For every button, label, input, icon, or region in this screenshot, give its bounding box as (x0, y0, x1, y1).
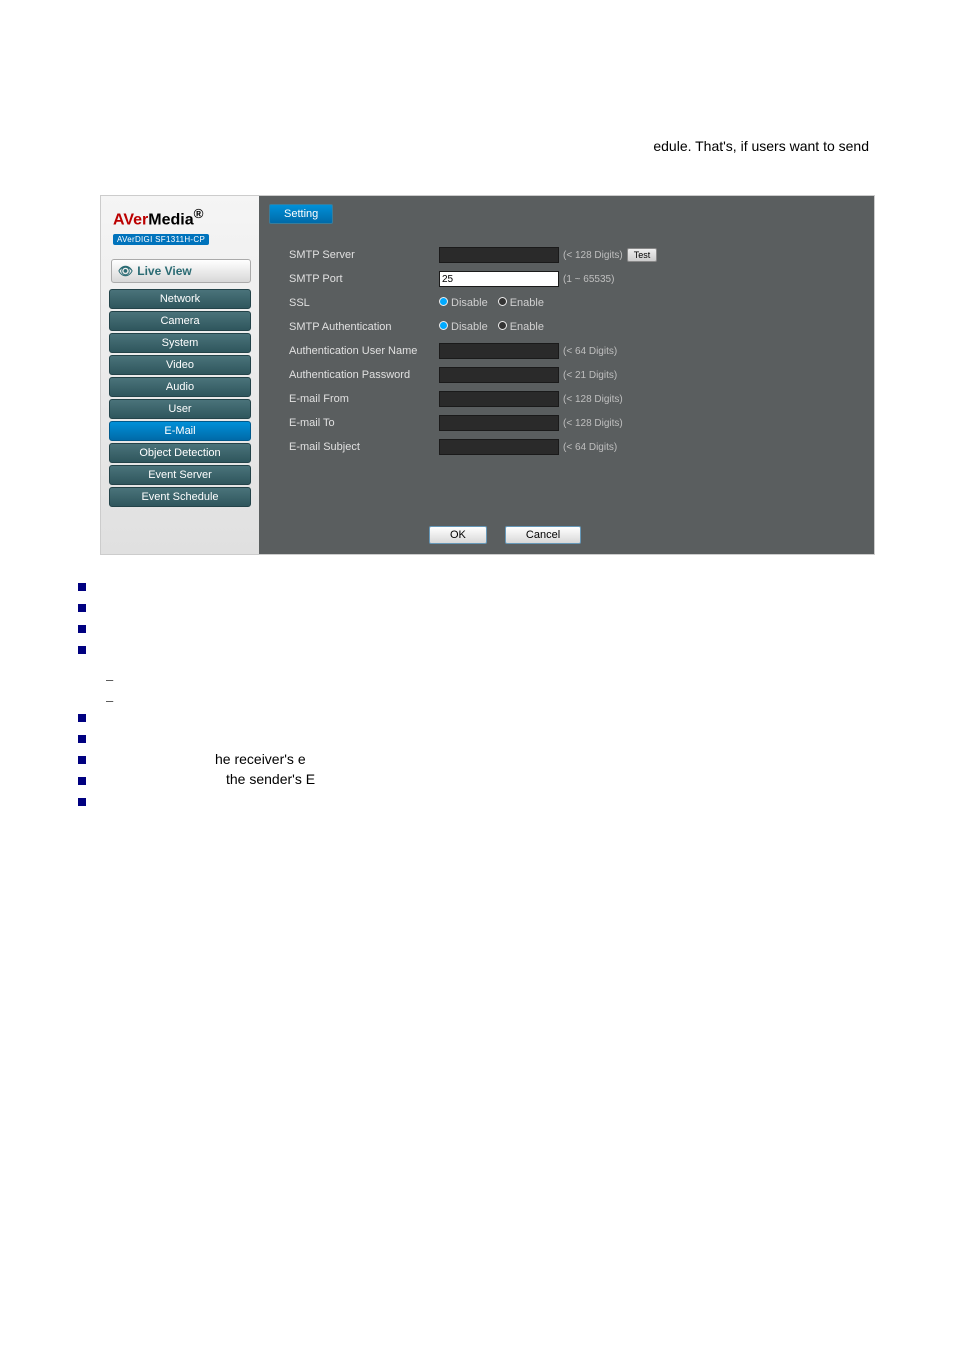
nav-email[interactable]: E-Mail (109, 421, 251, 441)
radio-dot-icon (498, 321, 507, 330)
label-email-subject: E-mail Subject (289, 441, 439, 453)
input-smtp-server[interactable] (439, 247, 559, 263)
auth-enable-option[interactable]: Enable (498, 321, 544, 333)
bullet-icon (78, 798, 86, 806)
bullet-icon (78, 583, 86, 591)
row-smtp-auth: SMTP Authentication Disable Enable (289, 316, 854, 338)
hint-smtp-server: (< 128 Digits) (563, 250, 623, 261)
ok-button[interactable]: OK (429, 526, 487, 544)
text-receiver-fragment: he receiver's e (215, 751, 306, 767)
hint-email-from: (< 128 Digits) (563, 394, 623, 405)
bullet-icon (78, 646, 86, 654)
auth-disable-label: Disable (451, 321, 488, 333)
hint-email-to: (< 128 Digits) (563, 418, 623, 429)
nav-audio[interactable]: Audio (109, 377, 251, 397)
truncated-paragraph-text: edule. That's, if users want to send (653, 138, 869, 154)
dash-1: – (106, 669, 113, 690)
bullet-icon (78, 714, 86, 722)
bullet-icon (78, 777, 86, 785)
label-auth-pass: Authentication Password (289, 369, 439, 381)
bullet-icon (78, 735, 86, 743)
nav-camera[interactable]: Camera (109, 311, 251, 331)
label-ssl: SSL (289, 297, 439, 309)
bullet-icon (78, 756, 86, 764)
radio-dot-icon (439, 297, 448, 306)
row-ssl: SSL Disable Enable (289, 292, 854, 314)
input-auth-pass[interactable] (439, 367, 559, 383)
ssl-disable-option[interactable]: Disable (439, 297, 488, 309)
logo-brand-b: Media (148, 211, 193, 228)
ssl-radios: Disable Enable (439, 297, 544, 309)
form-buttons: OK Cancel (429, 526, 581, 544)
hint-smtp-port: (1 ~ 65535) (563, 274, 614, 285)
nav-system[interactable]: System (109, 333, 251, 353)
auth-radios: Disable Enable (439, 321, 544, 333)
test-button[interactable]: Test (627, 248, 658, 262)
nav-video[interactable]: Video (109, 355, 251, 375)
ssl-disable-label: Disable (451, 297, 488, 309)
row-auth-user: Authentication User Name (< 64 Digits) (289, 340, 854, 362)
settings-screenshot: AVerMedia® AVerDIGI SF1311H-CP 👁 Live Vie… (100, 195, 875, 555)
input-email-from[interactable] (439, 391, 559, 407)
logo-tm: ® (194, 206, 204, 221)
hint-auth-pass: (< 21 Digits) (563, 370, 617, 381)
row-smtp-server: SMTP Server (< 128 Digits) Test (289, 244, 854, 266)
nav-network[interactable]: Network (109, 289, 251, 309)
logo-brand-a: AVer (113, 211, 148, 228)
bullet-icon (78, 604, 86, 612)
input-auth-user[interactable] (439, 343, 559, 359)
label-email-to: E-mail To (289, 417, 439, 429)
ssl-enable-option[interactable]: Enable (498, 297, 544, 309)
row-smtp-port: SMTP Port (1 ~ 65535) (289, 268, 854, 290)
label-smtp-server: SMTP Server (289, 249, 439, 261)
nav-list: Network Camera System Video Audio User E… (109, 289, 251, 507)
radio-dot-icon (498, 297, 507, 306)
label-smtp-port: SMTP Port (289, 273, 439, 285)
input-smtp-port[interactable] (439, 271, 559, 287)
row-auth-pass: Authentication Password (< 21 Digits) (289, 364, 854, 386)
setting-tab[interactable]: Setting (269, 204, 333, 224)
nav-object-detection[interactable]: Object Detection (109, 443, 251, 463)
live-view-button[interactable]: 👁 Live View (111, 259, 251, 283)
auth-enable-label: Enable (510, 321, 544, 333)
bullet-list-1 (78, 583, 86, 667)
left-sidebar: AVerMedia® AVerDIGI SF1311H-CP 👁 Live Vie… (101, 196, 259, 554)
logo-subline: AVerDIGI SF1311H-CP (113, 234, 209, 245)
radio-dot-icon (439, 321, 448, 330)
input-email-to[interactable] (439, 415, 559, 431)
hint-email-subject: (< 64 Digits) (563, 442, 617, 453)
content-panel: Setting SMTP Server (< 128 Digits) Test … (259, 196, 874, 554)
label-smtp-auth: SMTP Authentication (289, 321, 439, 333)
auth-disable-option[interactable]: Disable (439, 321, 488, 333)
row-email-from: E-mail From (< 128 Digits) (289, 388, 854, 410)
label-auth-user: Authentication User Name (289, 345, 439, 357)
nav-event-schedule[interactable]: Event Schedule (109, 487, 251, 507)
settings-form: SMTP Server (< 128 Digits) Test SMTP Por… (289, 244, 854, 460)
dash-list: – – (106, 669, 113, 711)
row-email-to: E-mail To (< 128 Digits) (289, 412, 854, 434)
nav-event-server[interactable]: Event Server (109, 465, 251, 485)
dash-2: – (106, 690, 113, 711)
eye-icon: 👁 (118, 264, 133, 278)
bullet-list-2 (78, 714, 86, 819)
row-email-subject: E-mail Subject (< 64 Digits) (289, 436, 854, 458)
ssl-enable-label: Enable (510, 297, 544, 309)
logo: AVerMedia® AVerDIGI SF1311H-CP (101, 196, 259, 249)
bullet-icon (78, 625, 86, 633)
nav-user[interactable]: User (109, 399, 251, 419)
input-email-subject[interactable] (439, 439, 559, 455)
cancel-button[interactable]: Cancel (505, 526, 581, 544)
live-view-label: Live View (137, 264, 191, 278)
hint-auth-user: (< 64 Digits) (563, 346, 617, 357)
label-email-from: E-mail From (289, 393, 439, 405)
text-sender-fragment: the sender's E (226, 771, 315, 787)
logo-text: AVerMedia® (113, 206, 251, 229)
